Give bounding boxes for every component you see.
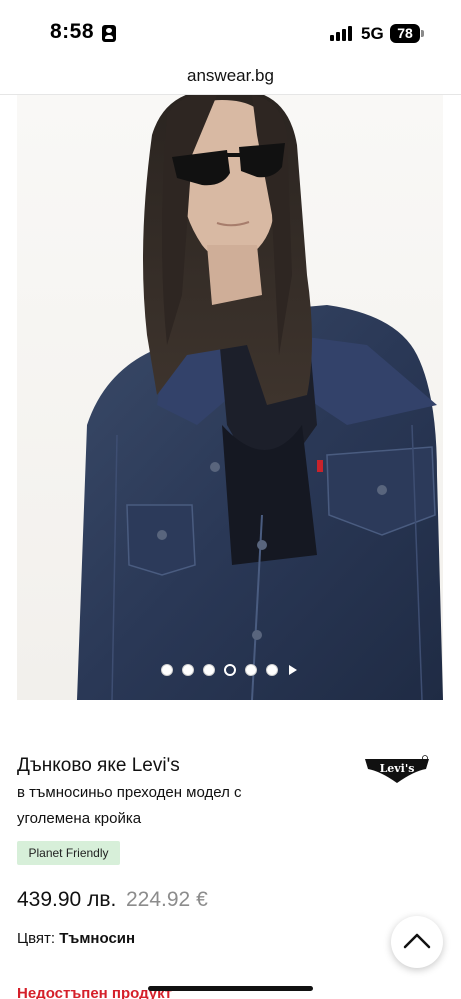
cellular-signal-icon (330, 26, 354, 41)
contact-card-icon (102, 25, 116, 42)
brand-logo-text: Levi's (380, 762, 415, 775)
play-icon[interactable] (289, 665, 297, 675)
product-image[interactable] (17, 95, 443, 700)
color-label: Цвят: (17, 930, 56, 947)
color-row: Цвят: Тъмносин (17, 930, 135, 947)
scroll-to-top-button[interactable] (391, 916, 443, 968)
color-value: Тъмносин (59, 930, 136, 947)
product-price-euro: 224.92 € (126, 888, 208, 911)
product-description: в тъмносиньо преходен модел с уголемена … (17, 784, 242, 827)
product-price: 439.90 лв. (17, 888, 117, 911)
home-indicator[interactable] (148, 986, 313, 991)
battery-icon: 78 (390, 24, 424, 43)
chevron-up-icon (403, 933, 431, 949)
carousel-dot[interactable] (203, 664, 215, 676)
status-bar: 8:58 5G 78 (0, 0, 461, 62)
brand-logo[interactable]: Levi's (364, 755, 430, 787)
carousel-dot[interactable] (182, 664, 194, 676)
levis-logo-icon: Levi's (365, 755, 429, 783)
carousel-dot[interactable] (245, 664, 257, 676)
status-time: 8:58 (50, 20, 95, 43)
carousel-indicators[interactable] (0, 664, 461, 678)
carousel-dot[interactable] (266, 664, 278, 676)
network-type: 5G (361, 24, 384, 43)
product-title: Дънково яке Levi's (17, 755, 180, 776)
planet-friendly-badge: Planet Friendly (17, 841, 120, 865)
battery-level: 78 (390, 24, 420, 43)
url-bar[interactable]: answear.bg (0, 66, 461, 86)
carousel-dot-active[interactable] (224, 664, 236, 676)
product-photo (17, 95, 443, 700)
carousel-dot[interactable] (161, 664, 173, 676)
